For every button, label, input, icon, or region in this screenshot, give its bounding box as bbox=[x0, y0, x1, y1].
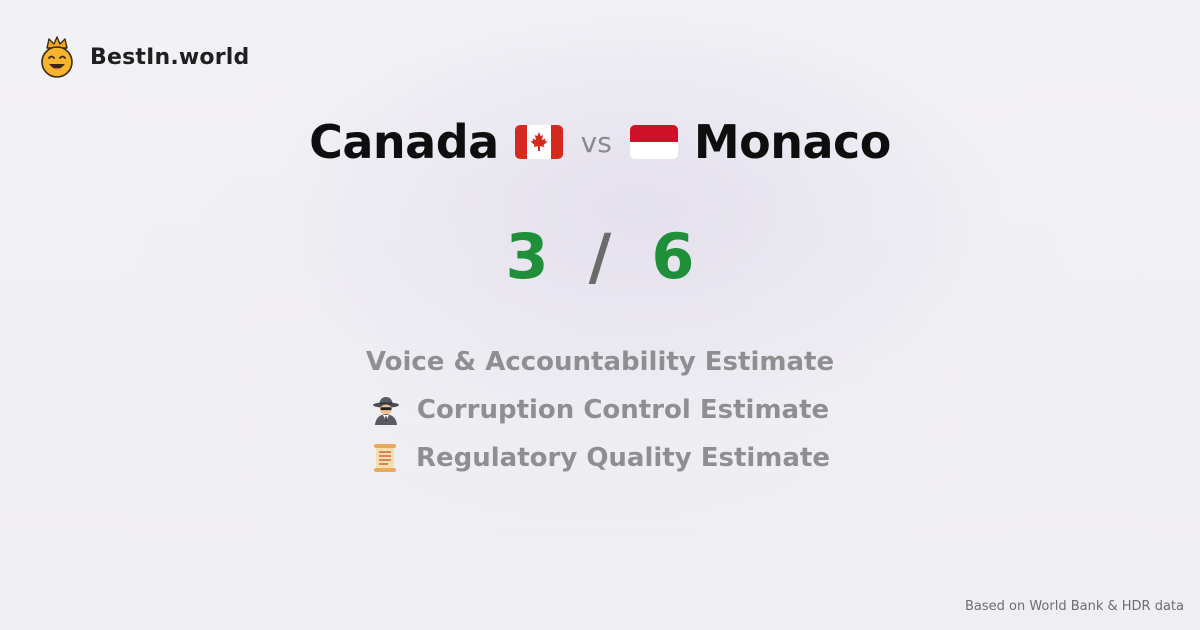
brand-logo[interactable]: BestIn.world bbox=[38, 36, 249, 78]
brand-name: BestIn.world bbox=[90, 44, 250, 70]
spy-icon bbox=[372, 397, 399, 425]
metric-item: Corruption Control Estimate bbox=[371, 386, 829, 434]
metric-item: Voice & Accountability Estimate bbox=[366, 338, 834, 386]
score-display: 3 / 6 bbox=[0, 218, 1200, 294]
left-country-name: Canada bbox=[309, 115, 499, 169]
scroll-icon bbox=[373, 444, 396, 472]
left-score: 3 bbox=[505, 219, 549, 293]
comparison-title: Canada vs Monaco bbox=[0, 112, 1200, 172]
vs-label: vs bbox=[580, 125, 612, 159]
monaco-flag-icon bbox=[629, 125, 678, 159]
right-score: 6 bbox=[651, 219, 695, 293]
metric-label: Corruption Control Estimate bbox=[416, 395, 830, 425]
metric-label: Regulatory Quality Estimate bbox=[415, 443, 831, 473]
metrics-list: Voice & Accountability Estimate Corrupti… bbox=[0, 338, 1200, 482]
data-source-note: Based on World Bank & HDR data bbox=[964, 599, 1184, 614]
right-country-name: Monaco bbox=[693, 115, 892, 169]
score-separator: / bbox=[588, 219, 612, 293]
canada-flag-icon bbox=[514, 125, 563, 159]
smiling-crown-face-icon bbox=[41, 36, 73, 78]
metric-item: Regulatory Quality Estimate bbox=[370, 434, 830, 482]
metric-label: Voice & Accountability Estimate bbox=[365, 347, 835, 377]
background bbox=[0, 0, 1200, 630]
